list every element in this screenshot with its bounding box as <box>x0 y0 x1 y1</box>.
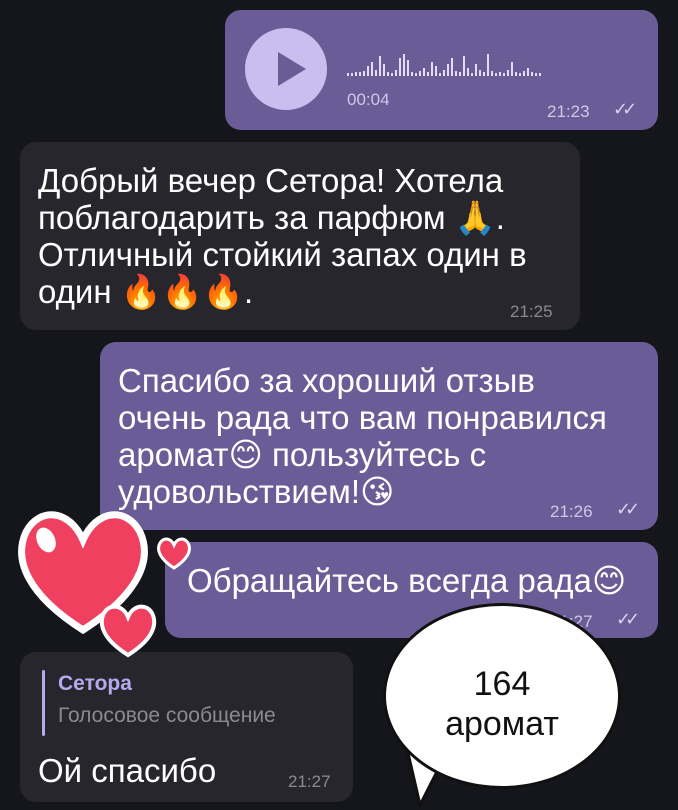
reply-sender-name[interactable]: Сетора <box>58 672 132 696</box>
outgoing-message[interactable]: Обращайтесь всегда рада😊 21:27 ✓✓ <box>165 542 658 638</box>
reply-preview[interactable]: Голосовое сообщение <box>58 704 276 728</box>
double-check-icon: ✓✓ <box>616 499 640 519</box>
message-text: Обращайтесь всегда рада😊 <box>187 562 627 599</box>
voice-message-bubble[interactable]: 00:04 21:23 ✓✓ <box>225 10 658 130</box>
outgoing-message[interactable]: Спасибо за хороший отзыв очень рада что … <box>100 342 658 530</box>
heart-sticker-tiny-icon <box>157 537 191 570</box>
message-time: 21:26 <box>550 502 593 521</box>
play-icon[interactable] <box>245 28 327 110</box>
incoming-reply-message[interactable]: Сетора Голосовое сообщение Ой спасибо 21… <box>20 652 353 802</box>
message-text: Спасибо за хороший отзыв очень рада что … <box>118 362 607 510</box>
reply-bar <box>42 670 45 736</box>
speech-bubble-text: 164 аромат <box>445 665 559 743</box>
heart-sticker-small-icon <box>99 604 157 658</box>
voice-duration: 00:04 <box>347 90 390 109</box>
message-text: Добрый вечер Сетора! Хотела поблагодарит… <box>38 162 527 310</box>
message-time: 21:25 <box>510 302 553 321</box>
speech-bubble-overlay: 164 аромат <box>383 603 621 789</box>
message-time: 21:23 <box>547 102 590 121</box>
double-check-icon: ✓✓ <box>613 99 637 119</box>
incoming-message[interactable]: Добрый вечер Сетора! Хотела поблагодарит… <box>20 142 580 330</box>
voice-waveform[interactable] <box>347 48 541 76</box>
message-time: 21:27 <box>288 772 331 791</box>
double-check-icon: ✓✓ <box>616 609 640 629</box>
